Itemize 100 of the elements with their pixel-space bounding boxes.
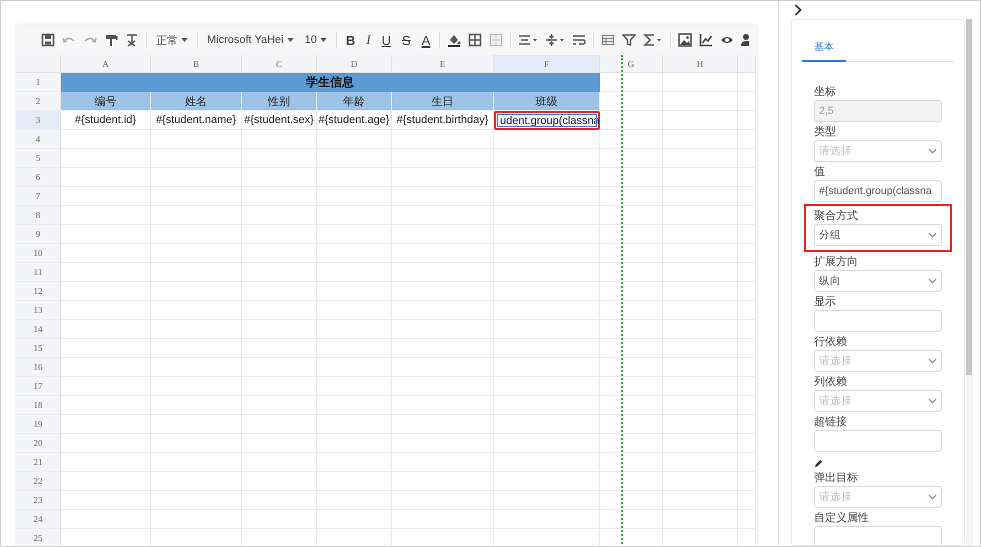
table-cell[interactable] [600, 92, 663, 111]
table-cell[interactable] [600, 415, 663, 434]
table-cell[interactable] [61, 206, 151, 225]
merge-cells-icon[interactable] [489, 33, 504, 47]
row-header[interactable]: 8 [16, 206, 61, 225]
table-cell[interactable] [600, 434, 663, 453]
table-cell[interactable] [600, 339, 663, 358]
table-cell[interactable] [600, 168, 663, 187]
panel-tab[interactable]: 基本 [802, 36, 846, 62]
column-header[interactable]: E [392, 55, 494, 73]
table-cell[interactable] [61, 396, 151, 415]
table-cell[interactable] [600, 282, 663, 301]
row-header[interactable]: 17 [16, 377, 61, 396]
text-style-dropdown[interactable]: 正常 [154, 32, 190, 48]
font-color-button[interactable]: A [420, 32, 432, 48]
row-header[interactable]: 23 [16, 491, 61, 510]
table-cell[interactable] [600, 225, 663, 244]
table-icon[interactable] [601, 33, 616, 47]
table-cell[interactable] [61, 282, 151, 301]
row-header[interactable]: 10 [16, 244, 61, 263]
table-cell[interactable]: #{student.age} [317, 111, 392, 130]
image-icon[interactable] [678, 33, 692, 47]
column-header[interactable]: B [151, 55, 242, 73]
row-header[interactable]: 7 [16, 187, 61, 206]
row-header[interactable]: 20 [16, 434, 61, 453]
format-painter-icon[interactable] [104, 33, 118, 47]
table-cell[interactable] [61, 263, 151, 282]
pencil-icon[interactable] [814, 459, 823, 468]
table-cell[interactable] [600, 301, 663, 320]
row-header[interactable]: 11 [16, 263, 61, 282]
vertical-align-icon[interactable] [545, 33, 566, 47]
table-cell[interactable] [738, 73, 756, 92]
table-cell[interactable] [61, 358, 151, 377]
person-icon[interactable] [741, 33, 750, 47]
select-field[interactable]: 分组 [814, 224, 942, 246]
row-header[interactable]: 19 [16, 415, 61, 434]
table-cell[interactable] [600, 187, 663, 206]
input-field[interactable] [814, 526, 942, 545]
row-header[interactable]: 15 [16, 339, 61, 358]
table-cell[interactable] [600, 111, 663, 130]
table-cell[interactable] [600, 377, 663, 396]
table-cell[interactable] [61, 244, 151, 263]
table-cell[interactable]: #{student.id} [61, 111, 151, 130]
bold-button[interactable]: B [344, 32, 358, 48]
row-header[interactable]: 18 [16, 396, 61, 415]
row-header[interactable]: 9 [16, 225, 61, 244]
row-header[interactable]: 22 [16, 472, 61, 491]
font-family-dropdown[interactable]: Microsoft YaHei [205, 34, 296, 46]
table-cell[interactable]: #{student.sex} [242, 111, 317, 130]
table-cell[interactable] [494, 130, 600, 149]
select-field[interactable]: 纵向 [814, 270, 942, 292]
table-cell[interactable] [61, 415, 151, 434]
borders-icon[interactable] [468, 33, 482, 47]
row-header[interactable]: 21 [16, 453, 61, 472]
filter-icon[interactable] [622, 33, 636, 47]
table-cell[interactable] [61, 149, 151, 168]
table-cell[interactable] [600, 453, 663, 472]
column-header[interactable]: C [242, 55, 317, 73]
column-header[interactable]: H [663, 55, 738, 73]
table-cell[interactable] [600, 358, 663, 377]
table-cell[interactable] [600, 396, 663, 415]
sum-icon[interactable] [643, 33, 664, 47]
row-header[interactable]: 13 [16, 301, 61, 320]
table-cell[interactable] [600, 206, 663, 225]
row-header[interactable]: 4 [16, 130, 61, 149]
row-header[interactable]: 1 [16, 73, 61, 92]
row-header[interactable]: 2 [16, 92, 61, 111]
column-header[interactable]: F [494, 55, 600, 73]
row-header[interactable]: 25 [16, 529, 61, 546]
table-cell[interactable] [61, 491, 151, 510]
table-cell[interactable] [600, 320, 663, 339]
table-cell[interactable] [61, 130, 151, 149]
input-field[interactable] [814, 310, 942, 332]
strikethrough-button[interactable]: S [400, 32, 413, 48]
row-header[interactable]: 3 [16, 111, 61, 130]
table-cell[interactable] [600, 263, 663, 282]
table-cell[interactable] [61, 339, 151, 358]
table-cell[interactable] [600, 73, 663, 92]
underline-button[interactable]: U [380, 32, 393, 48]
table-cell[interactable] [61, 301, 151, 320]
table-cell[interactable] [663, 73, 738, 92]
clear-format-icon[interactable] [125, 33, 139, 47]
table-cell[interactable] [61, 377, 151, 396]
input-field[interactable] [814, 430, 942, 452]
column-header[interactable]: G [600, 55, 663, 73]
row-header[interactable]: 16 [16, 358, 61, 377]
table-cell[interactable] [61, 168, 151, 187]
row-header[interactable]: 5 [16, 149, 61, 168]
table-cell[interactable] [61, 320, 151, 339]
horizontal-align-icon[interactable] [518, 33, 538, 47]
table-cell[interactable] [600, 491, 663, 510]
save-icon[interactable] [41, 33, 55, 47]
table-cell[interactable] [61, 472, 151, 491]
row-header[interactable]: 14 [16, 320, 61, 339]
column-header[interactable]: D [317, 55, 392, 73]
column-header[interactable]: A [61, 55, 151, 73]
row-header[interactable]: 12 [16, 282, 61, 301]
fill-color-icon[interactable] [447, 33, 462, 47]
table-cell[interactable] [61, 453, 151, 472]
font-size-dropdown[interactable]: 10 [302, 34, 329, 46]
